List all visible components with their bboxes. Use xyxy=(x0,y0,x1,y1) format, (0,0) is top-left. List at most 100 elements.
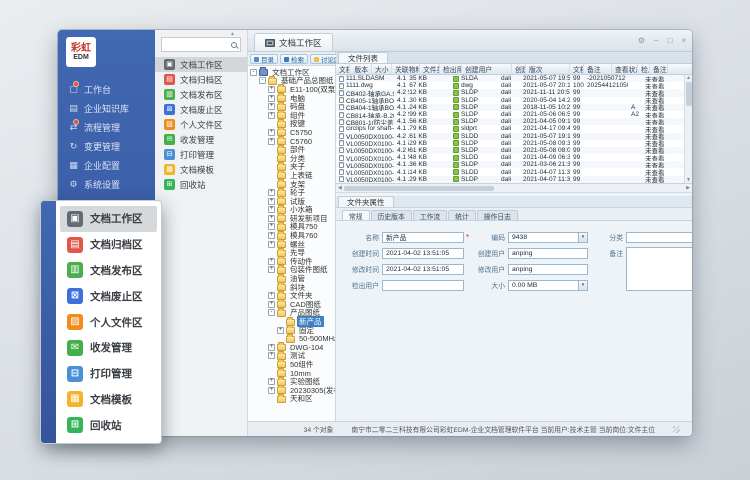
maximize-icon[interactable]: □ xyxy=(667,37,672,45)
expander-icon[interactable]: + xyxy=(268,344,275,351)
table-row[interactable]: VL0050DX0100-纸箱重脚4(90... 4.1 114 KB SLDD… xyxy=(336,168,692,175)
name-field[interactable]: 新产品 xyxy=(382,232,464,243)
expander-icon[interactable]: + xyxy=(268,223,275,230)
expander-icon[interactable]: - xyxy=(259,77,266,84)
expander-icon[interactable]: + xyxy=(268,241,275,248)
expander-icon[interactable]: + xyxy=(268,103,275,110)
scroll-up-icon[interactable]: ▲ xyxy=(686,75,691,81)
nav-menu-item[interactable]: ⊞ 回收站 xyxy=(155,177,247,192)
column-header[interactable]: 创建用户 xyxy=(462,64,512,74)
expander-icon[interactable]: + xyxy=(268,129,275,136)
popup-menu-item[interactable]: ⊞ 回收站 xyxy=(60,412,157,438)
scroll-down-icon[interactable]: ▼ xyxy=(686,177,691,183)
nav-menu-item[interactable]: ⊠ 文档废止区 xyxy=(155,102,247,117)
nav-menu-item[interactable]: ▥ 文档发布区 xyxy=(155,87,247,102)
table-row[interactable]: CB801-1(防尘盖)+B/56L3... 4.1 156 KB SLDPRT… xyxy=(336,118,692,125)
expander-icon[interactable]: + xyxy=(268,378,275,385)
size-field[interactable]: 0.00 MB xyxy=(508,280,588,291)
create-user-field[interactable]: anping xyxy=(508,248,588,259)
table-row[interactable]: VL0050DX0100-调整脚DX233... 4.1 136 KB SLDP… xyxy=(336,161,692,168)
nav-menu-item[interactable]: ▣ 文档工作区 xyxy=(155,57,247,72)
sidebar-item[interactable]: ↻ 变更管理 xyxy=(58,137,155,156)
collapse-arrow-icon[interactable]: ▲ xyxy=(230,31,235,37)
expander-icon[interactable]: + xyxy=(268,86,275,93)
expander-icon[interactable]: - xyxy=(268,309,275,316)
minimize-icon[interactable]: – xyxy=(654,37,658,45)
expander-icon[interactable]: + xyxy=(268,198,275,205)
table-row[interactable]: CB402-轴承GA.SLDPRT 4.2 212 KB SLDPRT dali… xyxy=(336,89,692,96)
column-header[interactable]: 关联物料 xyxy=(392,64,420,74)
properties-tab[interactable]: 操作日志 xyxy=(477,210,518,220)
expander-icon[interactable]: + xyxy=(268,352,275,359)
sidebar-item[interactable]: ▤ 企业知识库 xyxy=(58,99,155,118)
popup-menu-item[interactable]: ⊟ 打印管理 xyxy=(60,361,157,387)
sidebar-item[interactable]: ⇄ 流程管理 xyxy=(58,118,155,137)
sidebar-item[interactable]: ▢ 工作台 xyxy=(58,80,155,99)
resize-grip[interactable] xyxy=(673,426,680,433)
expander-icon[interactable]: + xyxy=(268,266,275,273)
properties-tab[interactable]: 常规 xyxy=(342,210,370,220)
table-row[interactable]: CB405-1轴承BOX(1.5)(1... 4.1 130 KB SLDPRT… xyxy=(336,97,692,104)
scroll-right-icon[interactable]: ▶ xyxy=(686,185,690,191)
column-header[interactable]: 文档名称 xyxy=(336,64,350,74)
popup-menu-item[interactable]: ⊠ 文档废止区 xyxy=(60,283,157,309)
popup-menu-item[interactable]: ▥ 文档发布区 xyxy=(60,258,157,284)
table-row[interactable]: CB404-1轴承BOX(1.5.SL... 4.1 124 KB SLDPRT… xyxy=(336,104,692,111)
table-row[interactable]: VL0050DX0100-纸箱重脚4(90... 4.1 129 KB SLDP… xyxy=(336,176,692,183)
tree-toolbar-button[interactable]: 目录 xyxy=(250,54,278,64)
popup-menu-item[interactable]: ▤ 文档归档区 xyxy=(60,232,157,258)
table-row[interactable]: VL0050DX0100-C2底座.SL... 4.1 248 KB SLDDR… xyxy=(336,154,692,161)
tree-node[interactable]: 50-500MHz xyxy=(248,334,335,343)
table-row[interactable]: VL0050DX0100-C底座.SL... 4.2 4,161 KB SLDD… xyxy=(336,133,692,140)
nav-menu-item[interactable]: ✉ 收发管理 xyxy=(155,132,247,147)
scrollbar-thumb[interactable] xyxy=(344,186,494,191)
expander-icon[interactable]: + xyxy=(268,189,275,196)
scroll-left-icon[interactable]: ◀ xyxy=(338,185,342,191)
tree-node[interactable]: 按键 xyxy=(248,120,335,129)
expander-icon[interactable]: + xyxy=(268,138,275,145)
modify-user-field[interactable]: anping xyxy=(508,264,588,275)
code-field[interactable]: 9438 xyxy=(508,232,588,243)
popup-menu-item[interactable]: ✉ 收发管理 xyxy=(60,335,157,361)
expander-icon[interactable]: + xyxy=(268,215,275,222)
column-header[interactable]: 检入标记 xyxy=(638,64,650,74)
table-row[interactable]: VL0050DX0100-C2222马达... 4.1 529 KB SLDPR… xyxy=(336,140,692,147)
expander-icon[interactable]: + xyxy=(268,95,275,102)
note-textarea[interactable]: ▲ ▼ xyxy=(626,247,692,291)
category-field[interactable] xyxy=(626,232,692,243)
table-row[interactable]: VL0050DX0100-C2222马达... 4.2 961 KB SLDPR… xyxy=(336,147,692,154)
expander-icon[interactable]: - xyxy=(250,69,257,76)
properties-tab[interactable]: 历史版本 xyxy=(371,210,412,220)
search-icon[interactable] xyxy=(231,42,237,48)
tab-file-list[interactable]: 文件列表 xyxy=(338,52,388,63)
search-input[interactable] xyxy=(165,40,231,49)
popup-menu-item[interactable]: ▨ 个人文件区 xyxy=(60,309,157,335)
scrollbar-thumb[interactable] xyxy=(686,82,692,106)
close-icon[interactable]: × xyxy=(681,37,686,45)
column-header[interactable]: 检出用户 xyxy=(440,64,462,74)
column-header[interactable]: 备注 xyxy=(584,64,612,74)
tree-toolbar-button[interactable]: 检索 xyxy=(280,54,308,64)
expander-icon[interactable]: + xyxy=(268,112,275,119)
tree-node[interactable]: 50组件 xyxy=(248,360,335,369)
expander-icon[interactable]: + xyxy=(268,232,275,239)
properties-tab[interactable]: 工作流 xyxy=(413,210,447,220)
table-row[interactable]: 111.SLDASM 4.1 35 KB SLDASM dali 2021-05… xyxy=(336,75,692,82)
column-header[interactable]: 文件类型 xyxy=(420,64,440,74)
popup-menu-item[interactable]: ▣ 文档工作区 xyxy=(60,206,157,232)
tree-node[interactable]: 天和区 xyxy=(248,395,335,404)
expander-icon[interactable]: + xyxy=(268,292,275,299)
table-row[interactable]: CB814-轴承-B.20DB100... 4.2 299 KB SLDPRT … xyxy=(336,111,692,118)
column-header[interactable]: 大小 xyxy=(372,64,392,74)
column-header[interactable]: 文档编码 xyxy=(570,64,584,74)
tab-document-workspace[interactable]: 文档工作区 xyxy=(254,33,333,51)
sidebar-item[interactable]: ⚙ 系统设置 xyxy=(58,175,155,194)
popup-menu-item[interactable]: ▦ 文档模板 xyxy=(60,386,157,412)
expander-icon[interactable]: + xyxy=(268,301,275,308)
vertical-scrollbar[interactable]: ▲ ▼ xyxy=(684,75,692,183)
horizontal-scrollbar[interactable]: ◀ ▶ xyxy=(336,184,692,193)
nav-menu-item[interactable]: ⊟ 打印管理 xyxy=(155,147,247,162)
column-header[interactable]: 创建时间 xyxy=(512,64,526,74)
create-time-field[interactable]: 2021-04-02 13:51:05 xyxy=(382,248,464,259)
sidebar-item[interactable]: ▦ 企业配置 xyxy=(58,156,155,175)
